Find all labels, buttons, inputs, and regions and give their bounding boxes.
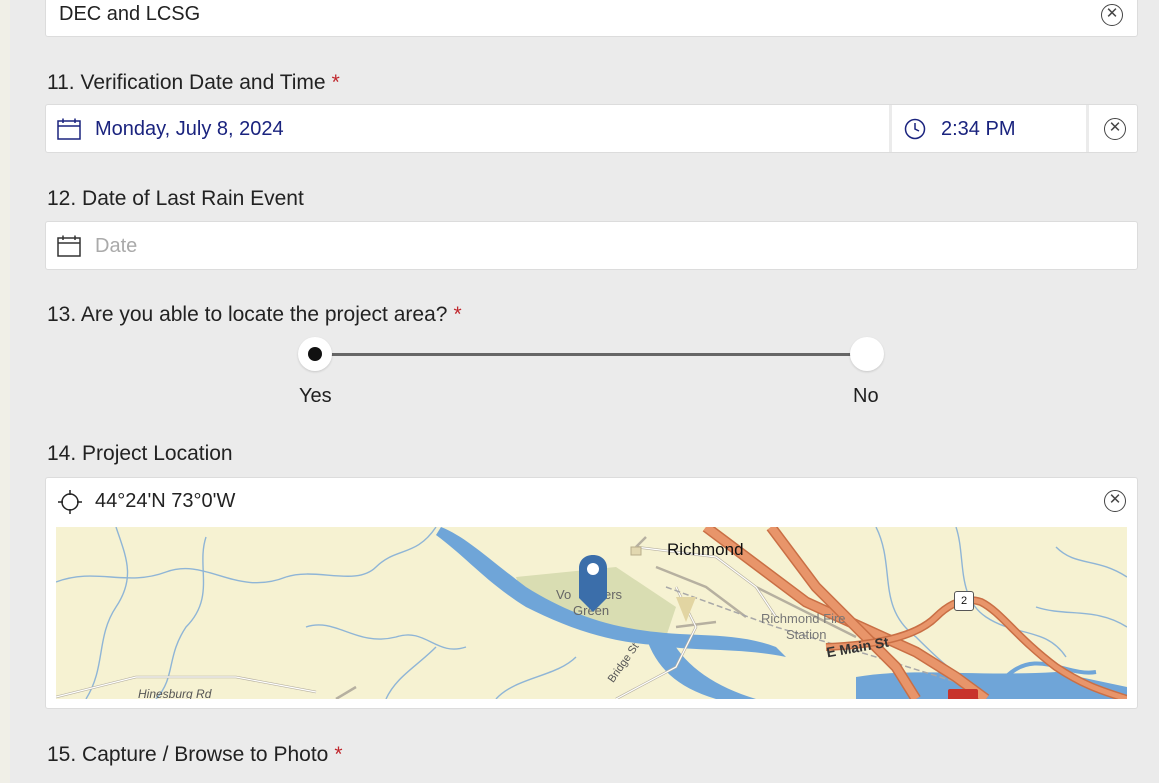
q11-time-input[interactable]: 2:34 PM: [892, 105, 1086, 152]
slider-track: [316, 353, 868, 356]
map-label-richmond: Richmond: [667, 540, 744, 559]
map-label-volunteers-1: Vo: [556, 587, 572, 602]
q11-date-value: Monday, July 8, 2024: [95, 118, 284, 140]
q11-label-text: 11. Verification Date and Time: [47, 71, 326, 94]
q14-coords-value: 44°24'N 73°0'W: [95, 490, 236, 512]
location-map[interactable]: Richmond Vo ers Green Richmond Fire Stat…: [56, 527, 1127, 699]
q13-slider[interactable]: [298, 337, 888, 373]
map-label-fire-station-1: Richmond Fire: [761, 611, 846, 626]
q14-field: 44°24'N 73°0'W ✕ Richmond Vo ers Green R…: [45, 477, 1138, 709]
q13-label: 13. Are you able to locate the project a…: [47, 303, 462, 327]
q11-label: 11. Verification Date and Time *: [47, 71, 340, 95]
q14-coords-row[interactable]: 44°24'N 73°0'W ✕: [46, 478, 1137, 526]
q13-option-no[interactable]: No: [853, 385, 879, 408]
slider-stop-no[interactable]: [850, 337, 884, 371]
q10-field[interactable]: DEC and LCSG ✕: [45, 0, 1138, 37]
q14-label: 14. Project Location: [47, 442, 233, 465]
slider-thumb-selected: [308, 347, 322, 361]
q11-clear-icon[interactable]: ✕: [1104, 118, 1126, 140]
map-label-fire-station-2: Station: [786, 627, 827, 642]
q15-label-text: 15. Capture / Browse to Photo: [47, 743, 329, 766]
q13-option-yes[interactable]: Yes: [299, 385, 332, 408]
calendar-icon: [57, 235, 81, 257]
calendar-icon: [57, 118, 81, 140]
crosshair-icon: [58, 490, 82, 514]
q12-label: 12. Date of Last Rain Event: [47, 187, 304, 210]
q11-time-value: 2:34 PM: [941, 118, 1016, 140]
map-label-hinesburg-rd: Hinesburg Rd: [138, 687, 212, 699]
q12-date-input[interactable]: Date: [45, 221, 1138, 270]
q13-required-marker: *: [453, 303, 462, 326]
map-pin-icon[interactable]: [577, 554, 609, 614]
q15-label: 15. Capture / Browse to Photo *: [47, 743, 343, 767]
q11-date-input[interactable]: Monday, July 8, 2024: [46, 105, 889, 152]
q13-label-text: 13. Are you able to locate the project a…: [47, 303, 448, 326]
q10-value: DEC and LCSG: [59, 3, 201, 25]
q14-clear-icon[interactable]: ✕: [1104, 490, 1126, 512]
q11-required-marker: *: [331, 71, 340, 94]
q12-placeholder: Date: [95, 235, 138, 257]
q15-required-marker: *: [334, 743, 343, 766]
q10-clear-icon[interactable]: ✕: [1101, 4, 1123, 26]
q11-field: Monday, July 8, 2024 2:34 PM ✕: [45, 104, 1138, 153]
clock-icon: [904, 118, 926, 140]
route-shield-2: 2: [954, 591, 974, 611]
q11-divider-2: [1086, 105, 1089, 152]
slider-stop-yes[interactable]: [298, 337, 332, 371]
